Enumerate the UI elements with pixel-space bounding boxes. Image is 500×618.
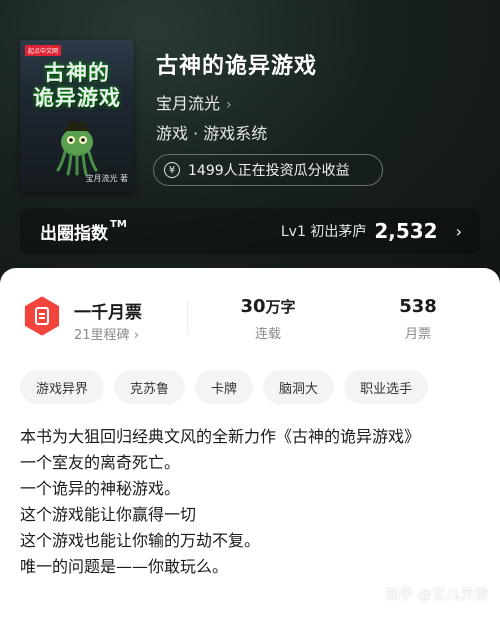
watermark: 知乎 @艾儿天空 [385,587,488,603]
invest-label: 1499人正在投资瓜分收益 [188,163,350,179]
book-genre: 游戏 · 游戏系统 [156,124,268,143]
yen-circle-icon: ¥ [164,162,180,178]
author-link[interactable]: 宝月流光 › [156,90,232,114]
chevron-right-icon: › [455,221,462,241]
monthly-ticket-stat[interactable]: 538 月票 [378,296,458,342]
chevron-right-icon: › [226,97,232,113]
tag-chip[interactable]: 脑洞大 [263,370,335,404]
popularity-index-bar[interactable]: 出圈指数 TM Lv1 初出茅庐 2,532 › [20,208,480,254]
book-title: 古神的诡异游戏 [156,54,318,79]
tag-list: 游戏异界 克苏鲁 卡牌 脑洞大 职业选手 [20,370,429,404]
cover-author: 宝月流光 著 [85,174,128,183]
index-value: 2,532 [374,219,438,243]
divider [187,300,188,334]
tag-chip[interactable]: 卡牌 [195,370,254,404]
tag-chip[interactable]: 克苏鲁 [114,370,186,404]
author-name: 宝月流光 [156,94,221,113]
book-description[interactable]: 本书为大狙回归经典文风的全新力作《古神的诡异游戏》 一个室友的离奇死亡。 一个诡… [20,424,486,580]
invest-button[interactable]: ¥ 1499人正在投资瓜分收益 [153,154,383,186]
cthulhu-illustration [56,122,98,176]
index-summary: Lv1 初出茅庐 2,532 › [281,219,462,243]
cover-publisher-logo: 起点中文网 [25,45,62,56]
monthly-ticket-badge-icon[interactable] [22,296,62,336]
tag-chip[interactable]: 游戏异界 [20,370,105,404]
milestone-link[interactable]: 21里程碑 › [74,324,139,343]
book-cover[interactable]: 起点中文网 古神的 诡异游戏 宝月流光 著 [20,40,134,192]
word-count-stat: 30万字 连载 [240,296,296,342]
cover-title: 古神的 诡异游戏 [33,60,121,110]
index-label: 出圈指数 TM [40,218,127,244]
index-level: Lv1 初出茅庐 [280,224,367,240]
monthly-ticket-title[interactable]: 一千月票 [74,298,142,323]
chevron-right-icon: › [133,328,139,343]
tag-chip[interactable]: 职业选手 [344,370,429,404]
